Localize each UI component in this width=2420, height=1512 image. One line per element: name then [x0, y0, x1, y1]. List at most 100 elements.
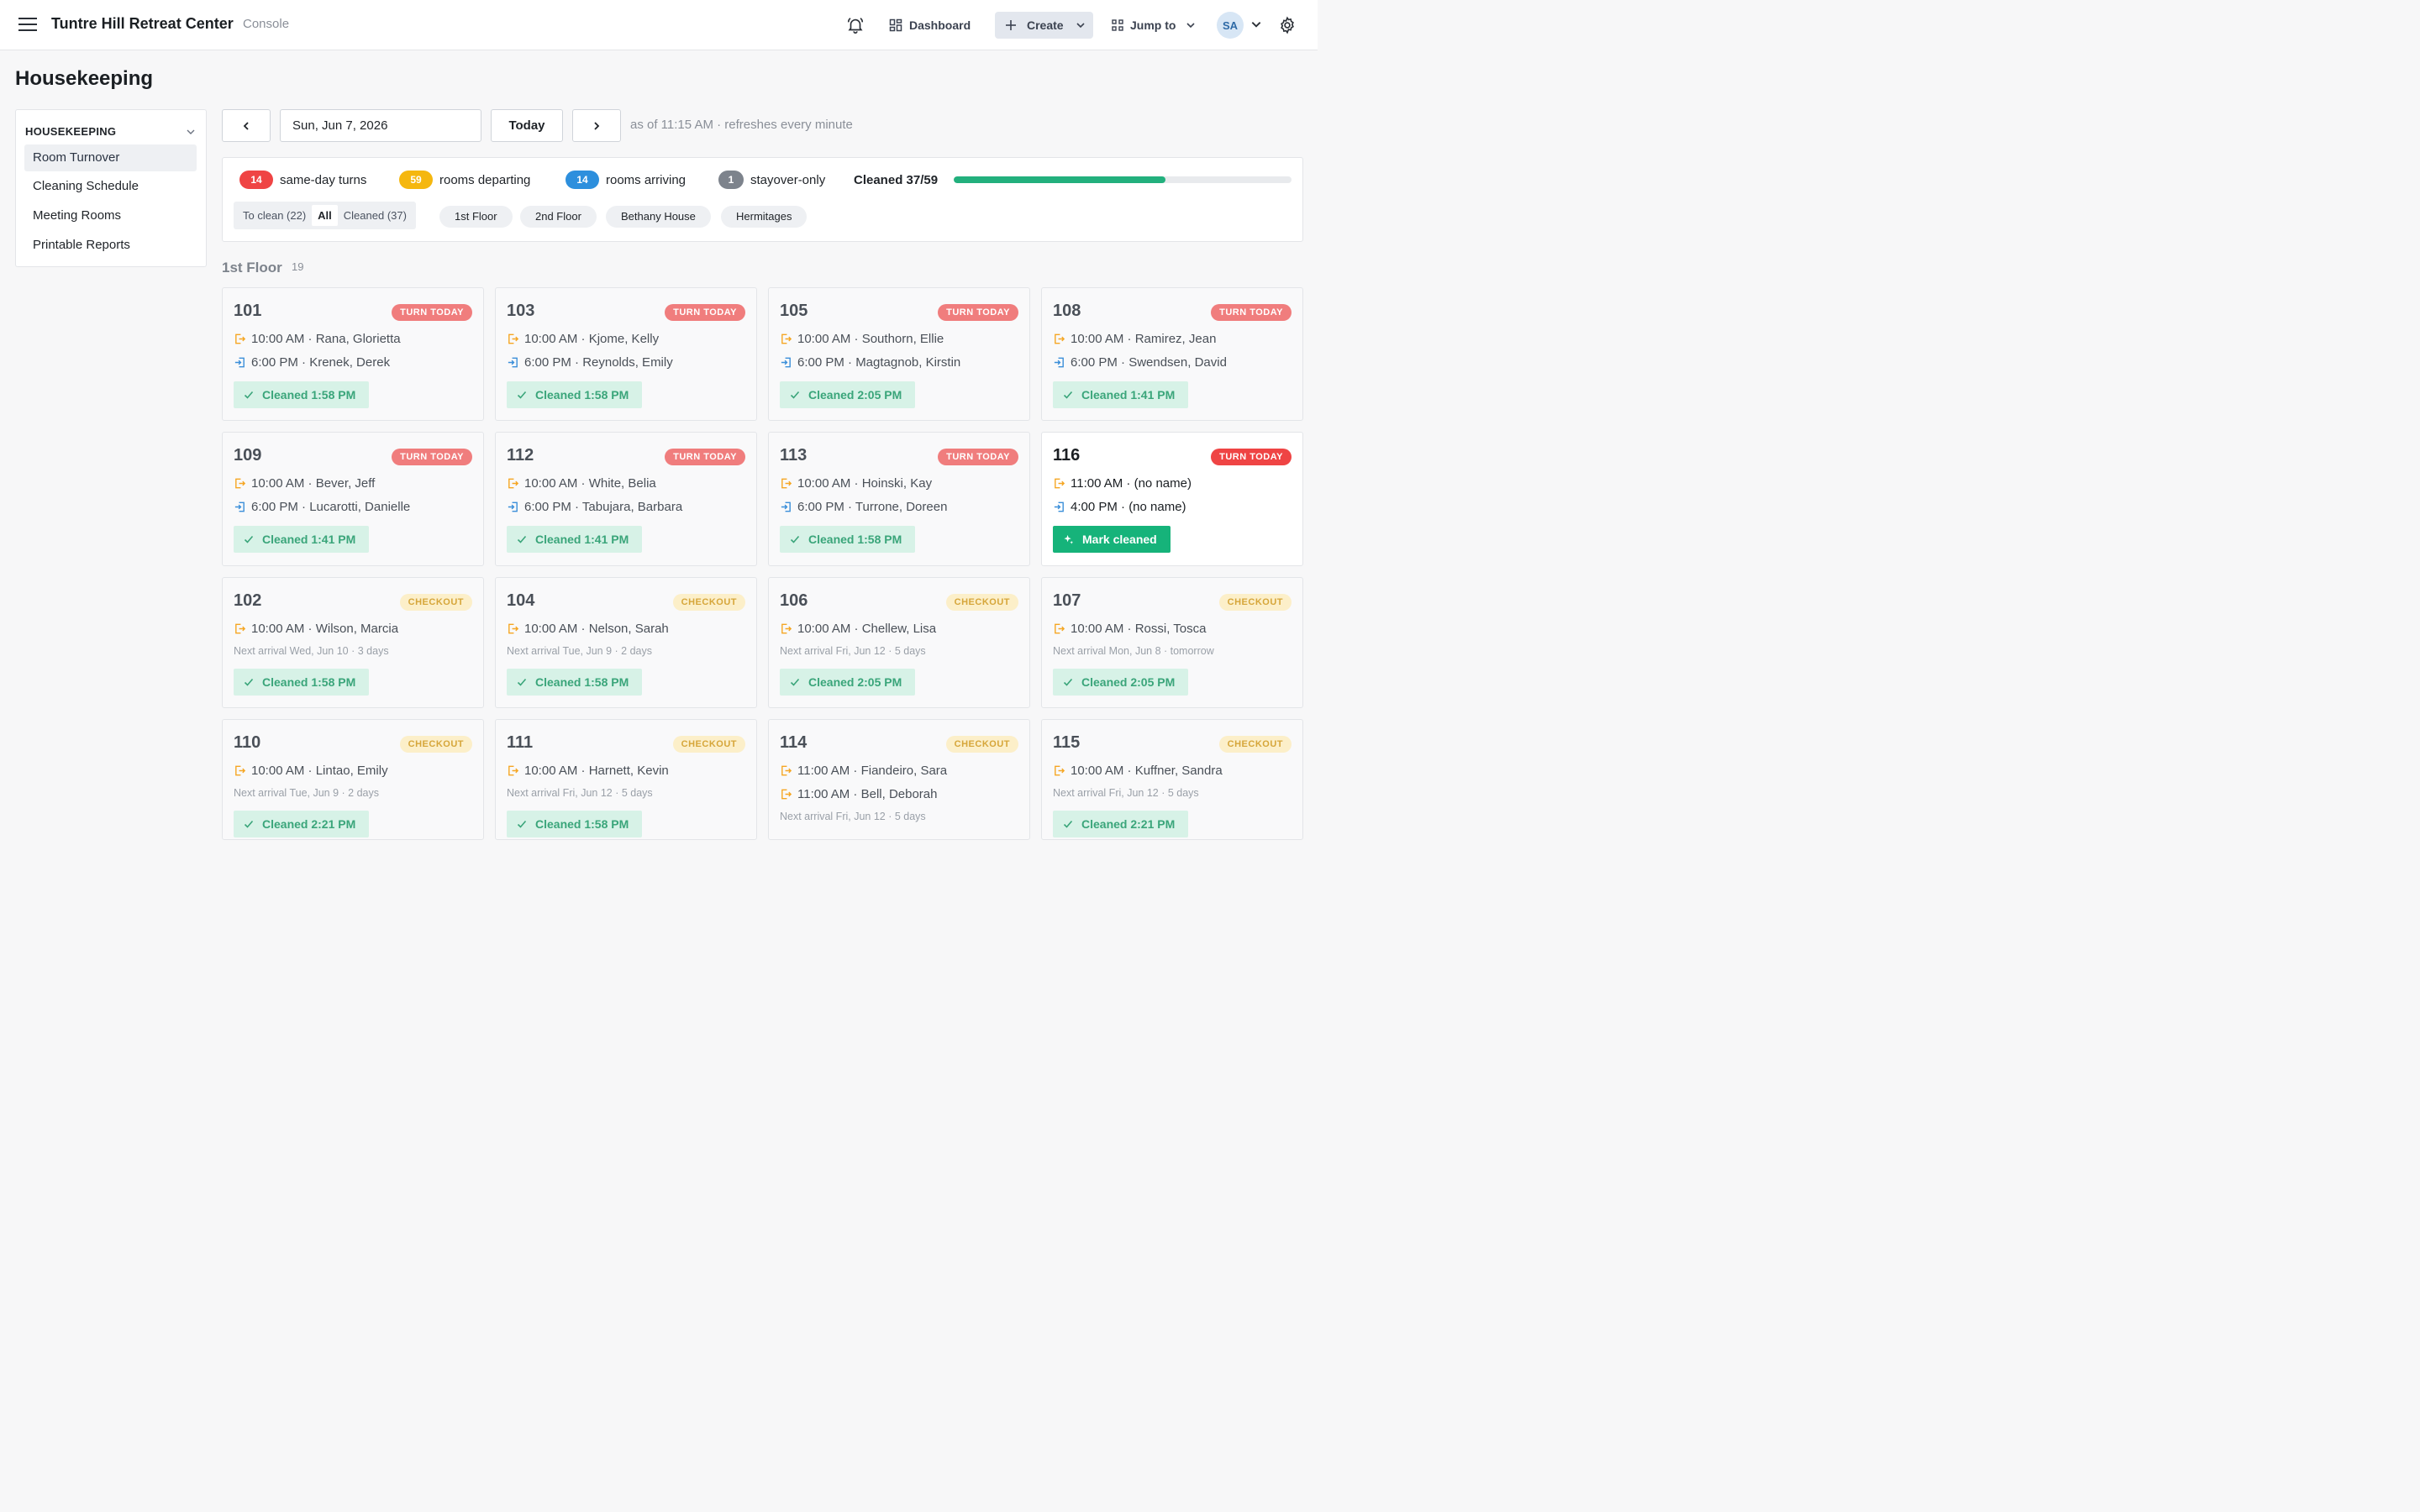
jump-to-button[interactable]: Jump to — [1112, 12, 1196, 39]
room-number: 114 — [780, 733, 808, 752]
cleaned-status-button[interactable]: Cleaned 2:05 PM — [1053, 669, 1189, 696]
room-card[interactable]: 110 CHECKOUT 10:00 AM · Lintao, Emily Nex… — [222, 719, 484, 840]
sidebar-item-meeting-rooms[interactable]: Meeting Rooms — [24, 202, 197, 229]
arrival-text: 6:00 PM · Krenek, Derek — [251, 355, 391, 370]
stat-label: stayover-only — [750, 172, 826, 187]
room-card[interactable]: 102 CHECKOUT 10:00 AM · Wilson, Marcia Ne… — [222, 577, 484, 708]
room-card[interactable]: 109 TURN TODAY 10:00 AM · Bever, Jeff 6:0… — [222, 432, 484, 566]
check-icon — [244, 391, 254, 399]
stat-same-day-turns: 14 same-day turns — [239, 171, 366, 189]
enter-arrow-icon — [234, 357, 245, 368]
cleaned-label: Cleaned 1:58 PM — [535, 388, 629, 402]
sidebar-item-room-turnover[interactable]: Room Turnover — [24, 144, 197, 171]
cleaned-status-button[interactable]: Cleaned 2:05 PM — [780, 381, 916, 408]
cleaned-status-button[interactable]: Cleaned 2:05 PM — [780, 669, 916, 696]
room-number: 111 — [507, 733, 534, 752]
room-card[interactable]: 112 TURN TODAY 10:00 AM · White, Belia 6:… — [495, 432, 757, 566]
hamburger-icon[interactable] — [18, 16, 37, 33]
today-button[interactable]: Today — [491, 109, 563, 142]
mark-cleaned-button[interactable]: Mark cleaned — [1053, 526, 1171, 553]
app-subtitle: Console — [243, 17, 290, 31]
sidebar-item-cleaning-schedule[interactable]: Cleaning Schedule — [24, 173, 197, 200]
cleaned-status-button[interactable]: Cleaned 2:21 PM — [234, 811, 370, 837]
room-card[interactable]: 106 CHECKOUT 10:00 AM · Chellew, Lisa Nex… — [768, 577, 1030, 708]
departure-text: 10:00 AM · Lintao, Emily — [251, 764, 388, 778]
previous-day-button[interactable] — [222, 109, 271, 142]
status-badge: TURN TODAY — [1211, 304, 1292, 321]
exit-arrow-icon — [1055, 333, 1065, 344]
arrival-text: 6:00 PM · Tabujara, Barbara — [524, 500, 683, 514]
avatar[interactable]: SA — [1217, 12, 1244, 39]
cleaned-status-button[interactable]: Cleaned 1:58 PM — [780, 526, 916, 553]
count-badge: 59 — [399, 171, 433, 189]
count-badge: 1 — [718, 171, 744, 189]
check-icon — [517, 535, 527, 543]
room-card[interactable]: 101 TURN TODAY 10:00 AM · Rana, Gloriett… — [222, 287, 484, 421]
chevron-down-icon[interactable] — [186, 127, 196, 137]
dashboard-label: Dashboard — [909, 18, 971, 32]
room-card[interactable]: 103 TURN TODAY 10:00 AM · Kjome, Kelly 6:… — [495, 287, 757, 421]
status-badge: CHECKOUT — [1218, 736, 1292, 753]
bell-icon[interactable] — [846, 16, 865, 34]
cleaned-label: Cleaned 2:05 PM — [808, 388, 902, 402]
cleaned-status-button[interactable]: Cleaned 1:58 PM — [507, 811, 643, 837]
cleaned-label: Cleaned 2:21 PM — [262, 817, 356, 831]
room-card[interactable]: 105 TURN TODAY 10:00 AM · Southorn, Elli… — [768, 287, 1030, 421]
area-chip-1st-floor[interactable]: 1st Floor — [439, 206, 513, 228]
dashboard-button[interactable]: Dashboard — [889, 12, 971, 39]
cleaned-status-button[interactable]: Cleaned 1:58 PM — [507, 669, 643, 696]
arrival-line: 6:00 PM · Magtagnob, Kirstin — [780, 355, 960, 370]
app-name[interactable]: Tuntre Hill Retreat Center — [51, 15, 234, 33]
count-badge: 14 — [566, 171, 599, 189]
filter-cleaned[interactable]: Cleaned (37) — [338, 205, 413, 226]
sparkle-icon — [1064, 534, 1074, 544]
grid-icon — [889, 18, 902, 32]
area-chip-2nd-floor[interactable]: 2nd Floor — [520, 206, 597, 228]
cleaned-status-button[interactable]: Cleaned 1:41 PM — [507, 526, 643, 553]
room-card[interactable]: 114 CHECKOUT 11:00 AM · Fiandeiro, Sara 1… — [768, 719, 1030, 840]
sidebar-item-printable-reports[interactable]: Printable Reports — [24, 232, 197, 259]
room-number: 116 — [1053, 446, 1081, 465]
sidebar-section-title[interactable]: HOUSEKEEPING — [25, 125, 116, 138]
gear-icon[interactable] — [1278, 16, 1297, 34]
departure-line: 10:00 AM · White, Belia — [507, 476, 656, 491]
status-badge: TURN TODAY — [392, 304, 472, 321]
room-card[interactable]: 108 TURN TODAY 10:00 AM · Ramirez, Jean 6… — [1041, 287, 1303, 421]
room-card[interactable]: 116 TURN TODAY 11:00 AM · (no name) 4:00 … — [1041, 432, 1303, 566]
departure-line: 10:00 AM · Rossi, Tosca — [1053, 622, 1206, 636]
room-card[interactable]: 107 CHECKOUT 10:00 AM · Rossi, Tosca Next… — [1041, 577, 1303, 708]
departure-line: 10:00 AM · Harnett, Kevin — [507, 764, 669, 778]
room-card[interactable]: 115 CHECKOUT 10:00 AM · Kuffner, Sandra N… — [1041, 719, 1303, 840]
room-card[interactable]: 111 CHECKOUT 10:00 AM · Harnett, Kevin Ne… — [495, 719, 757, 840]
room-card[interactable]: 113 TURN TODAY 10:00 AM · Hoinski, Kay 6:… — [768, 432, 1030, 566]
cleaned-status-button[interactable]: Cleaned 2:21 PM — [1053, 811, 1189, 837]
room-number: 112 — [507, 446, 534, 465]
status-filter: To clean (22) All Cleaned (37) — [234, 202, 416, 229]
cleaned-label: Cleaned 1:41 PM — [1081, 388, 1176, 402]
chevron-down-icon — [1076, 23, 1085, 29]
section-count: 19 — [292, 260, 304, 273]
mark-cleaned-label: Mark cleaned — [1082, 533, 1157, 546]
create-button[interactable]: Create — [995, 12, 1093, 39]
next-day-button[interactable] — [572, 109, 621, 142]
cleaned-status-button[interactable]: Cleaned 1:58 PM — [234, 669, 370, 696]
stat-label: rooms arriving — [606, 172, 687, 187]
date-field[interactable] — [280, 109, 481, 142]
room-card[interactable]: 104 CHECKOUT 10:00 AM · Nelson, Sarah Nex… — [495, 577, 757, 708]
departure-text: 11:00 AM · Bell, Deborah — [797, 787, 938, 801]
filter-to-clean[interactable]: To clean (22) — [237, 205, 312, 226]
cleaned-status-button[interactable]: Cleaned 1:58 PM — [234, 381, 370, 408]
sidebar: HOUSEKEEPING Room Turnover Cleaning Sche… — [15, 109, 207, 267]
check-icon — [790, 391, 800, 399]
arrival-line: 6:00 PM · Lucarotti, Danielle — [234, 500, 410, 514]
filter-all[interactable]: All — [312, 205, 338, 226]
chevron-down-icon[interactable] — [1250, 18, 1262, 30]
cleaned-status-button[interactable]: Cleaned 1:41 PM — [234, 526, 370, 553]
area-chip-hermitages[interactable]: Hermitages — [721, 206, 808, 228]
exit-arrow-icon — [781, 789, 792, 800]
cleaned-status-button[interactable]: Cleaned 1:41 PM — [1053, 381, 1189, 408]
stat-label: same-day turns — [280, 172, 367, 187]
cleaned-status-button[interactable]: Cleaned 1:58 PM — [507, 381, 643, 408]
exit-arrow-icon — [235, 623, 246, 634]
area-chip-bethany-house[interactable]: Bethany House — [606, 206, 711, 228]
